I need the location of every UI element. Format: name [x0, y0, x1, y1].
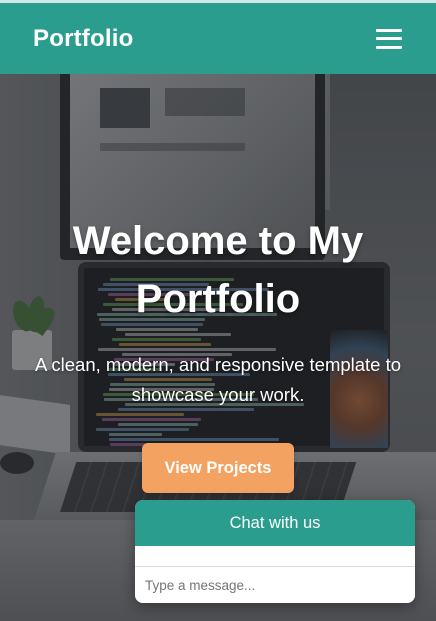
brand-logo[interactable]: Portfolio	[33, 25, 133, 53]
hero-subtitle: A clean, modern, and responsive template…	[34, 354, 402, 405]
menu-bar-line	[376, 28, 402, 32]
hero-title: Welcome to My Portfolio	[72, 219, 364, 321]
chat-message-input[interactable]	[135, 567, 415, 603]
top-navigation-bar: Portfolio	[0, 0, 436, 74]
menu-bar-line	[376, 37, 402, 40]
chat-header[interactable]: Chat with us	[135, 500, 415, 546]
hamburger-menu-icon[interactable]	[376, 28, 402, 49]
chat-message-area	[135, 546, 415, 567]
chat-widget: Chat with us	[135, 500, 415, 603]
hero-section: Welcome to My Portfolio A clean, modern,…	[0, 210, 436, 493]
portfolio-page: Portfolio Welcome to My Portfolio A clea…	[0, 0, 436, 621]
menu-bar-line	[376, 45, 402, 49]
view-projects-button[interactable]: View Projects	[142, 443, 294, 493]
